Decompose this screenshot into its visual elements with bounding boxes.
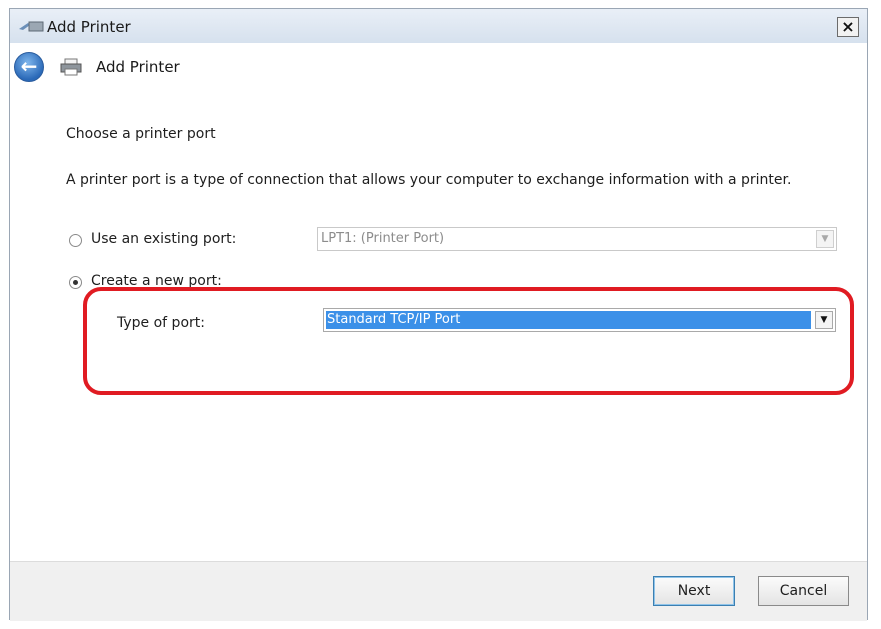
chevron-down-icon: ▼ bbox=[816, 230, 834, 248]
printer-icon bbox=[60, 58, 82, 76]
add-printer-window: Add Printer × ← Add Printer Choose a pri… bbox=[9, 8, 868, 621]
new-port-radio[interactable] bbox=[69, 276, 82, 289]
window-title: Add Printer bbox=[47, 18, 131, 36]
cancel-button[interactable]: Cancel bbox=[758, 576, 849, 606]
navigation-bar: ← Add Printer bbox=[10, 43, 867, 99]
wizard-footer: Next Cancel bbox=[10, 561, 867, 621]
page-heading: Choose a printer port bbox=[66, 126, 216, 142]
wizard-title: Add Printer bbox=[96, 58, 180, 76]
existing-port-radio[interactable] bbox=[69, 234, 82, 247]
wizard-content: Choose a printer port A printer port is … bbox=[10, 99, 867, 561]
page-description: A printer port is a type of connection t… bbox=[66, 172, 792, 188]
existing-port-value: LPT1: (Printer Port) bbox=[321, 231, 445, 246]
red-highlight-annotation bbox=[83, 287, 854, 395]
next-button[interactable]: Next bbox=[653, 576, 735, 606]
title-bar: Add Printer × bbox=[10, 9, 867, 43]
existing-port-select: LPT1: (Printer Port) ▼ bbox=[317, 227, 837, 251]
close-button[interactable]: × bbox=[837, 17, 859, 37]
back-arrow-icon[interactable]: ← bbox=[14, 52, 44, 82]
existing-port-label[interactable]: Use an existing port: bbox=[91, 231, 236, 247]
printer-wizard-icon bbox=[19, 21, 44, 32]
